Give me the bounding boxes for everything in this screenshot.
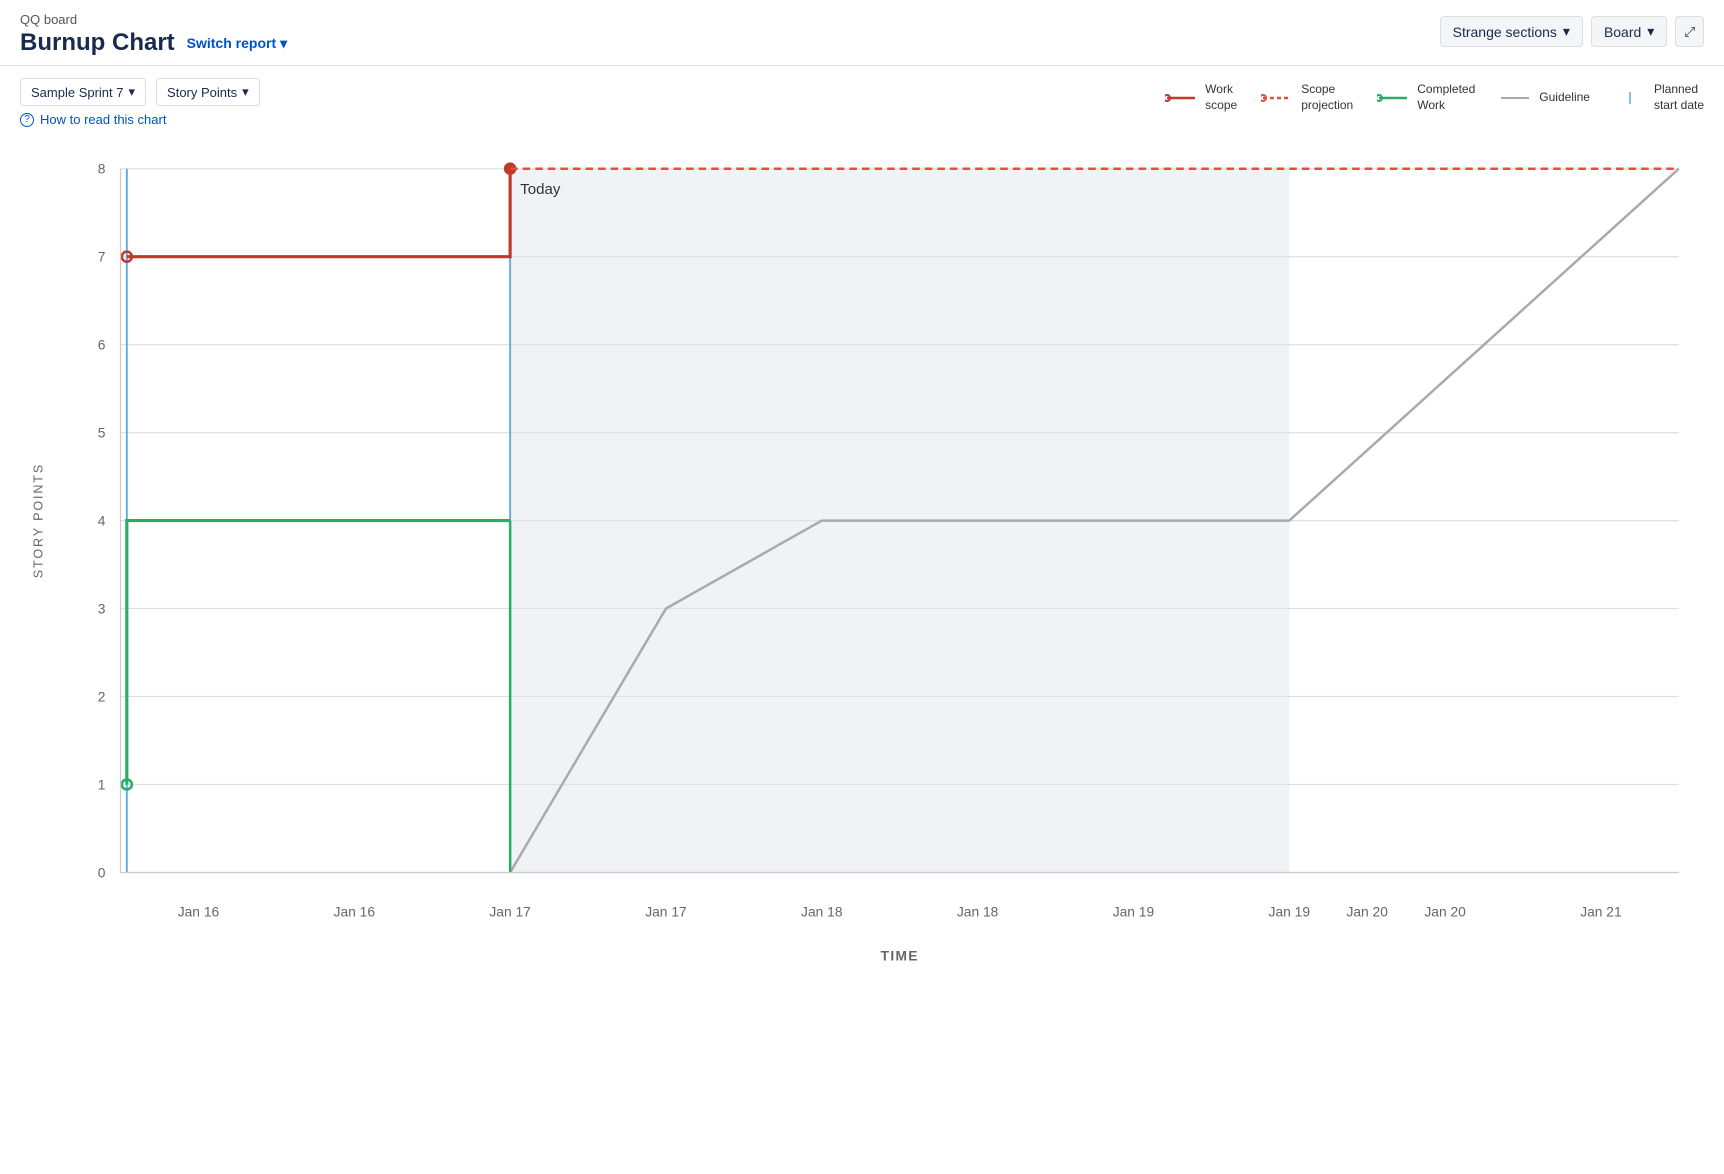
- guideline-legend-icon: [1499, 91, 1531, 105]
- y-tick-3: 3: [98, 601, 106, 617]
- how-to-read-link[interactable]: ? How to read this chart: [20, 112, 260, 127]
- board-chevron: ▾: [1647, 23, 1654, 40]
- y-axis-label: STORY POINTS: [32, 463, 46, 578]
- x-tick-jan16b: Jan 16: [334, 903, 376, 919]
- planned-start-legend-label: Plannedstart date: [1654, 82, 1704, 113]
- y-tick-6: 6: [98, 337, 106, 353]
- legend-item-planned-start: Plannedstart date: [1614, 82, 1704, 113]
- y-tick-5: 5: [98, 425, 106, 441]
- burnup-chart-svg: 0 1 2 3 4 5 6 7 8 STORY POINTS Jan 16 Ja…: [20, 131, 1704, 986]
- page-title-text: Burnup Chart: [20, 29, 175, 57]
- filter-row: Sample Sprint 7 ▾ Story Points ▾: [20, 78, 260, 106]
- chart-container: 0 1 2 3 4 5 6 7 8 STORY POINTS Jan 16 Ja…: [0, 131, 1724, 1006]
- planned-start-legend-icon: [1614, 91, 1646, 105]
- x-tick-jan17a: Jan 17: [489, 903, 530, 919]
- work-scope-legend-icon: [1165, 91, 1197, 105]
- legend-item-work-scope: Workscope: [1165, 82, 1237, 113]
- x-tick-jan19b: Jan 19: [1269, 903, 1311, 919]
- legend-item-scope-projection: Scopeprojection: [1261, 82, 1353, 113]
- strange-sections-chevron: ▾: [1563, 23, 1570, 40]
- y-tick-7: 7: [98, 249, 106, 265]
- today-label: Today: [520, 181, 561, 198]
- completed-work-legend-icon: [1377, 91, 1409, 105]
- legend-item-completed-work: CompletedWork: [1377, 82, 1475, 113]
- x-tick-jan21: Jan 21: [1580, 903, 1621, 919]
- scope-projection-legend-icon: [1261, 91, 1293, 105]
- x-tick-jan16a: Jan 16: [178, 903, 220, 919]
- header-right: Strange sections ▾ Board ▾ ⤢: [1440, 16, 1704, 47]
- x-tick-jan19a: Jan 19: [1113, 903, 1155, 919]
- sprint-filter-button[interactable]: Sample Sprint 7 ▾: [20, 78, 146, 106]
- board-name: QQ board: [20, 12, 287, 27]
- page-header: QQ board Burnup Chart Switch report ▾ St…: [0, 0, 1724, 66]
- strange-sections-button[interactable]: Strange sections ▾: [1440, 16, 1583, 47]
- legend-item-guideline: Guideline: [1499, 90, 1590, 106]
- expand-icon: ⤢: [1684, 24, 1695, 40]
- x-tick-jan17b: Jan 17: [645, 903, 686, 919]
- x-tick-jan18b: Jan 18: [957, 903, 999, 919]
- y-tick-0: 0: [98, 864, 106, 880]
- work-scope-legend-label: Workscope: [1205, 82, 1237, 113]
- y-tick-2: 2: [98, 689, 106, 705]
- expand-button[interactable]: ⤢: [1675, 16, 1704, 47]
- completed-work-legend-label: CompletedWork: [1417, 82, 1475, 113]
- controls-bar: Sample Sprint 7 ▾ Story Points ▾ ? How t…: [0, 66, 1724, 131]
- chart-legend: Workscope Scopeprojection CompletedWork …: [1165, 78, 1704, 113]
- guideline-legend-label: Guideline: [1539, 90, 1590, 106]
- work-scope-line: [127, 169, 510, 257]
- metric-filter-button[interactable]: Story Points ▾: [156, 78, 260, 106]
- x-tick-jan18a: Jan 18: [801, 903, 843, 919]
- switch-report-button[interactable]: Switch report ▾: [187, 35, 288, 52]
- y-tick-8: 8: [98, 161, 106, 177]
- x-tick-jan20b: Jan 20: [1424, 903, 1466, 919]
- board-button[interactable]: Board ▾: [1591, 16, 1667, 47]
- controls-left: Sample Sprint 7 ▾ Story Points ▾ ? How t…: [20, 78, 260, 127]
- help-icon: ?: [20, 113, 34, 127]
- sprint-chevron: ▾: [129, 84, 136, 100]
- switch-report-chevron: ▾: [280, 35, 287, 52]
- metric-chevron: ▾: [242, 84, 249, 100]
- x-tick-jan20a: Jan 20: [1346, 903, 1388, 919]
- y-tick-4: 4: [98, 513, 106, 529]
- x-axis-label: TIME: [881, 947, 919, 963]
- y-tick-1: 1: [98, 777, 106, 793]
- completed-work-line: [127, 521, 510, 785]
- scope-projection-legend-label: Scopeprojection: [1301, 82, 1353, 113]
- page-title-row: Burnup Chart Switch report ▾: [20, 29, 287, 57]
- header-left: QQ board Burnup Chart Switch report ▾: [20, 12, 287, 57]
